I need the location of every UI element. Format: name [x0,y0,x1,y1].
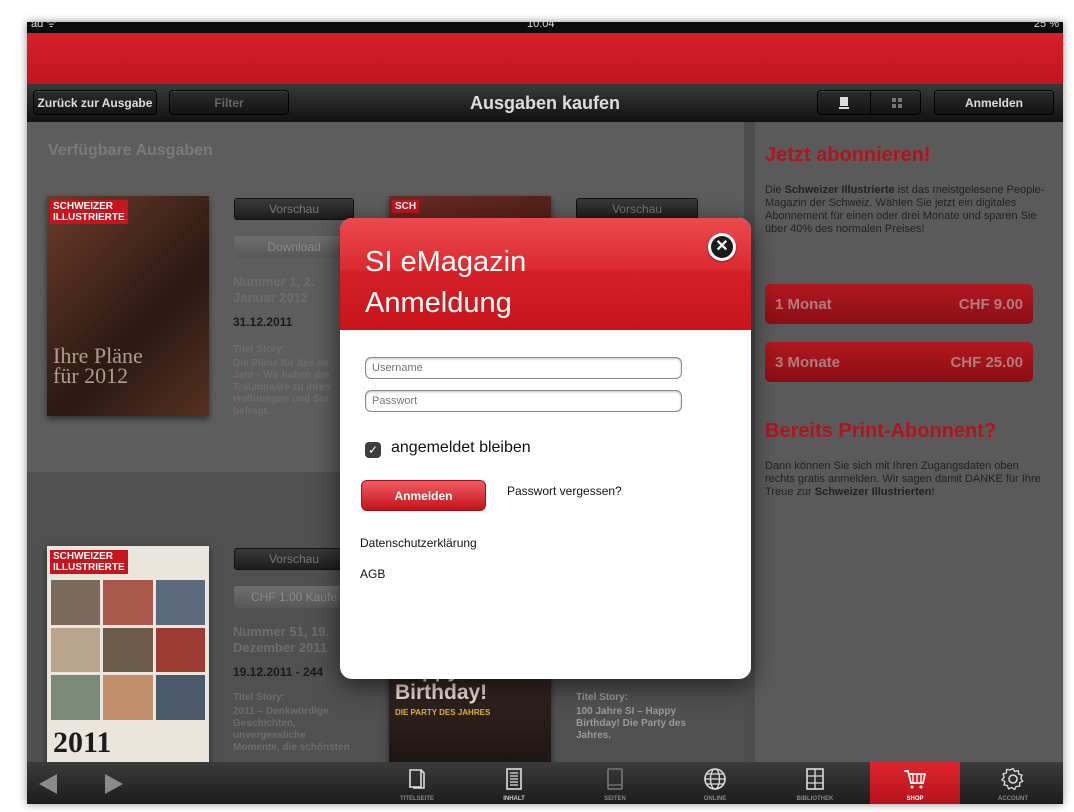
close-icon[interactable]: ✕ [708,233,736,261]
forgot-password-link[interactable]: Passwort vergessen? [507,484,622,498]
dialog-title: SI eMagazin Anmeldung [365,246,527,319]
remember-label: angemeldet bleiben [391,439,531,456]
password-input[interactable] [365,390,682,412]
remember-checkbox[interactable]: ✓ [365,442,381,458]
login-dialog: SI eMagazin Anmeldung ✕ ✓ angemeldet ble… [340,218,751,679]
login-button[interactable]: Anmelden [361,480,486,511]
ipad-screen: ad ᯤ 10:04 25 % Zurück zur Ausgabe Filte… [27,22,1063,804]
privacy-policy-link[interactable]: Datenschutzerklärung [360,536,477,550]
terms-link[interactable]: AGB [360,567,385,581]
username-input[interactable] [365,357,682,379]
dialog-header: SI eMagazin Anmeldung ✕ [340,218,751,330]
